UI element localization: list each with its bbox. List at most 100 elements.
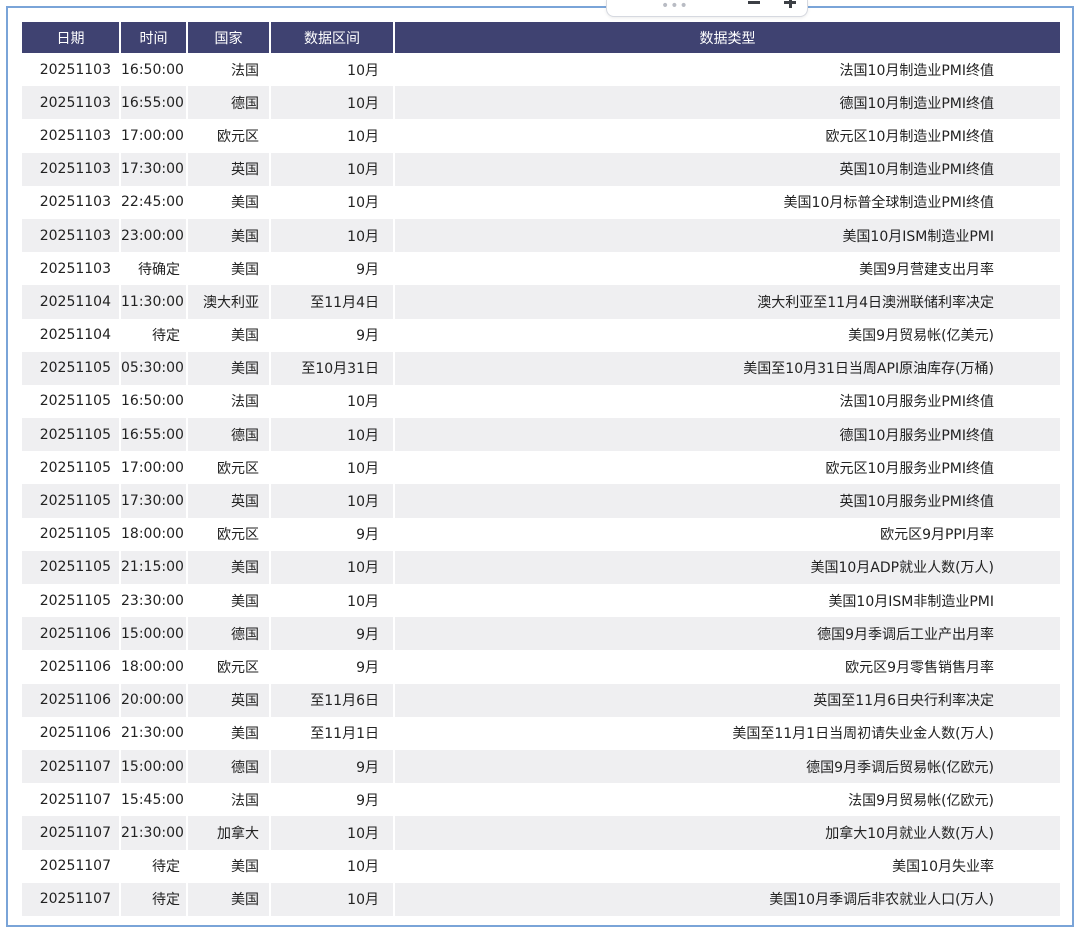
zoom-toolbar: ••• (606, 0, 808, 17)
cell-date: 20251105 (22, 517, 121, 551)
cell-time: 待定 (120, 318, 188, 352)
cell-range: 9月 (270, 318, 395, 352)
table-row[interactable]: 20251103 待确定 美国 9月 美国9月营建支出月率 (22, 252, 1060, 286)
table-row[interactable]: 20251105 17:30:00 英国 10月 英国10月服务业PMI终值 (22, 484, 1060, 518)
cell-country: 德国 (187, 749, 271, 784)
cell-range: 9月 (270, 252, 395, 286)
cell-date: 20251105 (22, 351, 121, 385)
table-row[interactable]: 20251105 21:15:00 美国 10月 美国10月ADP就业人数(万人) (22, 550, 1060, 584)
cell-time: 11:30:00 (120, 285, 188, 319)
table-row[interactable]: 20251106 21:30:00 美国 至11月1日 美国至11月1日当周初请失业金人… (22, 716, 1060, 750)
header-time[interactable]: 时间 (120, 22, 188, 53)
cell-time: 15:00:00 (120, 617, 188, 651)
cell-date: 20251103 (22, 185, 121, 219)
table-row[interactable]: 20251105 18:00:00 欧元区 9月 欧元区9月PPI月率 (22, 517, 1060, 551)
table-row[interactable]: 20251107 15:00:00 德国 9月 德国9月季调后贸易帐(亿欧元) (22, 749, 1060, 784)
cell-range: 10月 (270, 484, 395, 518)
table-row[interactable]: 20251107 待定 美国 10月 美国10月季调后非农就业人口(万人) (22, 882, 1060, 916)
cell-type: 美国9月营建支出月率 (394, 252, 1060, 286)
cell-time: 05:30:00 (120, 351, 188, 385)
cell-country: 欧元区 (187, 119, 271, 153)
cell-range: 10月 (270, 550, 395, 584)
cell-country: 美国 (187, 218, 271, 253)
table-row[interactable]: 20251103 17:00:00 欧元区 10月 欧元区10月制造业PMI终值 (22, 119, 1060, 153)
table-row[interactable]: 20251107 21:30:00 加拿大 10月 加拿大10月就业人数(万人) (22, 816, 1060, 850)
table-row[interactable]: 20251105 17:00:00 欧元区 10月 欧元区10月服务业PMI终值 (22, 451, 1060, 485)
header-range[interactable]: 数据区间 (270, 22, 395, 53)
cell-range: 9月 (270, 749, 395, 784)
cell-time: 21:30:00 (120, 816, 188, 850)
header-country[interactable]: 国家 (187, 22, 271, 53)
cell-country: 美国 (187, 882, 271, 916)
cell-time: 待定 (120, 882, 188, 916)
cell-time: 16:50:00 (120, 384, 188, 419)
cell-date: 20251107 (22, 783, 121, 817)
cell-time: 17:30:00 (120, 484, 188, 518)
cell-range: 10月 (270, 849, 395, 883)
zoom-in-icon[interactable] (783, 0, 797, 10)
table-row[interactable]: 20251106 15:00:00 德国 9月 德国9月季调后工业产出月率 (22, 617, 1060, 651)
cell-type: 美国10月ISM制造业PMI (394, 218, 1060, 253)
cell-country: 澳大利亚 (187, 285, 271, 319)
more-dots-icon[interactable]: ••• (661, 0, 689, 14)
header-type[interactable]: 数据类型 (394, 22, 1060, 53)
table-row[interactable]: 20251103 22:45:00 美国 10月 美国10月标普全球制造业PMI终值 (22, 185, 1060, 219)
cell-time: 18:00:00 (120, 650, 188, 684)
cell-country: 德国 (187, 418, 271, 452)
table-row[interactable]: 20251105 05:30:00 美国 至10月31日 美国至10月31日当周API原… (22, 351, 1060, 385)
cell-type: 美国10月标普全球制造业PMI终值 (394, 185, 1060, 219)
cell-date: 20251105 (22, 550, 121, 584)
cell-range: 10月 (270, 152, 395, 186)
table-row[interactable]: 20251105 16:55:00 德国 10月 德国10月服务业PMI终值 (22, 418, 1060, 452)
table-row[interactable]: 20251103 17:30:00 英国 10月 英国10月制造业PMI终值 (22, 152, 1060, 186)
cell-country: 德国 (187, 617, 271, 651)
cell-date: 20251105 (22, 384, 121, 419)
cell-range: 10月 (270, 53, 395, 87)
cell-date: 20251107 (22, 816, 121, 850)
cell-range: 9月 (270, 517, 395, 551)
zoom-out-icon[interactable] (747, 0, 761, 10)
cell-type: 法国10月服务业PMI终值 (394, 384, 1060, 419)
cell-type: 欧元区10月服务业PMI终值 (394, 451, 1060, 485)
table-row[interactable]: 20251104 11:30:00 澳大利亚 至11月4日 澳大利亚至11月4日澳洲联储… (22, 285, 1060, 319)
cell-type: 美国至10月31日当周API原油库存(万桶) (394, 351, 1060, 385)
cell-range: 10月 (270, 86, 395, 120)
table-row[interactable]: 20251106 20:00:00 英国 至11月6日 英国至11月6日央行利率决定 (22, 683, 1060, 717)
cell-range: 10月 (270, 119, 395, 153)
cell-range: 至10月31日 (270, 351, 395, 385)
table-row[interactable]: 20251103 23:00:00 美国 10月 美国10月ISM制造业PMI (22, 218, 1060, 253)
cell-range: 10月 (270, 816, 395, 850)
table-row[interactable]: 20251103 16:50:00 法国 10月 法国10月制造业PMI终值 (22, 53, 1060, 87)
table-row[interactable]: 20251107 15:45:00 法国 9月 法国9月贸易帐(亿欧元) (22, 783, 1060, 817)
cell-range: 10月 (270, 418, 395, 452)
cell-type: 英国至11月6日央行利率决定 (394, 683, 1060, 717)
cell-date: 20251107 (22, 849, 121, 883)
cell-country: 美国 (187, 351, 271, 385)
table-row[interactable]: 20251106 18:00:00 欧元区 9月 欧元区9月零售销售月率 (22, 650, 1060, 684)
cell-type: 法国10月制造业PMI终值 (394, 53, 1060, 87)
cell-type: 欧元区9月零售销售月率 (394, 650, 1060, 684)
cell-type: 欧元区10月制造业PMI终值 (394, 119, 1060, 153)
cell-range: 10月 (270, 882, 395, 916)
table-row[interactable]: 20251103 16:55:00 德国 10月 德国10月制造业PMI终值 (22, 86, 1060, 120)
table-row[interactable]: 20251104 待定 美国 9月 美国9月贸易帐(亿美元) (22, 318, 1060, 352)
cell-time: 17:30:00 (120, 152, 188, 186)
cell-country: 美国 (187, 185, 271, 219)
table-row[interactable]: 20251105 23:30:00 美国 10月 美国10月ISM非制造业PMI (22, 584, 1060, 618)
cell-country: 欧元区 (187, 517, 271, 551)
cell-date: 20251103 (22, 86, 121, 120)
cell-type: 美国10月季调后非农就业人口(万人) (394, 882, 1060, 916)
cell-date: 20251103 (22, 53, 121, 87)
header-date[interactable]: 日期 (22, 22, 121, 53)
table-row[interactable]: 20251107 待定 美国 10月 美国10月失业率 (22, 849, 1060, 883)
cell-date: 20251105 (22, 451, 121, 485)
cell-country: 英国 (187, 152, 271, 186)
table-row[interactable]: 20251105 16:50:00 法国 10月 法国10月服务业PMI终值 (22, 384, 1060, 419)
economic-calendar-table: 日期 时间 国家 数据区间 数据类型 20251103 16:50:00 法国 10月… (22, 22, 1060, 916)
cell-type: 德国9月季调后工业产出月率 (394, 617, 1060, 651)
cell-time: 17:00:00 (120, 119, 188, 153)
table-body: 20251103 16:50:00 法国 10月 法国10月制造业PMI终值 202511… (22, 53, 1060, 916)
cell-date: 20251106 (22, 683, 121, 717)
cell-date: 20251107 (22, 749, 121, 784)
cell-country: 美国 (187, 849, 271, 883)
